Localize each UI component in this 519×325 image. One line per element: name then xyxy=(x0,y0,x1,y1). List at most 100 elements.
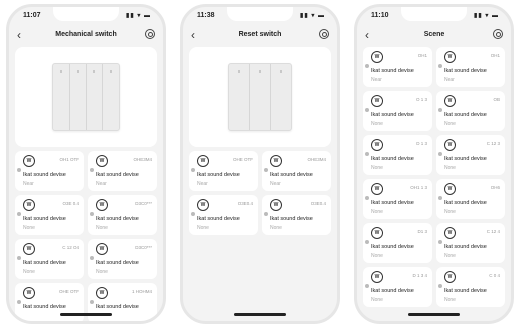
device-code: O3E0.4 xyxy=(237,201,253,206)
device-card[interactable]: W O3E0.4 Ikat sound devise None xyxy=(189,195,258,235)
device-name: Ikat sound devise xyxy=(23,172,66,178)
device-name: Ikat sound devise xyxy=(371,244,414,250)
device-code: C 12 O4 xyxy=(62,245,79,250)
device-card[interactable]: W 1 HOHM4 Ikat sound devise xyxy=(88,283,157,321)
device-status: None xyxy=(371,121,383,127)
status-bar: 11:10 ▮▮ ▾ ▬ xyxy=(371,12,499,22)
device-card[interactable]: W C 12 O4 Ikat sound devise None xyxy=(15,239,84,279)
page-title: Scene xyxy=(423,31,445,38)
nav-bar: ‹ Mechanical switch xyxy=(17,29,155,43)
device-card[interactable]: W D 1 3 4 Ikat sound devise None xyxy=(363,267,432,307)
switch-gang xyxy=(70,64,87,130)
device-card[interactable]: W OH1 1 3 Ikat sound devise None xyxy=(363,179,432,219)
device-status: Near xyxy=(444,77,455,83)
device-icon: W xyxy=(23,155,35,167)
home-indicator[interactable] xyxy=(408,313,460,316)
phone-scene: 11:10 ▮▮ ▾ ▬ ‹ Scene W OH1 Ikat sound devi… xyxy=(354,4,514,324)
device-card[interactable]: W D3C0*** Ikat sound devise None xyxy=(88,195,157,235)
device-code: OHE OTF xyxy=(233,157,253,162)
device-icon: W xyxy=(444,271,456,283)
status-dot xyxy=(191,168,195,172)
device-card[interactable]: W OH1 Ikat sound devise Near xyxy=(363,47,432,87)
gear-icon[interactable] xyxy=(319,29,329,39)
device-card[interactable]: W OH1 Ikat sound devise Near xyxy=(436,47,505,87)
status-dot xyxy=(438,196,442,200)
status-dot xyxy=(17,256,21,260)
device-card[interactable]: W O3E0.4 Ikat sound devise None xyxy=(262,195,331,235)
device-icon: W xyxy=(270,155,282,167)
home-indicator[interactable] xyxy=(60,313,112,316)
device-name: Ikat sound devise xyxy=(371,112,414,118)
phone-mechanical-switch: 11:07 ▮▮ ▾ ▬ ‹ Mechanical switch W OH1 OT… xyxy=(6,4,166,324)
switch-image xyxy=(228,63,292,131)
switch-gang xyxy=(229,64,250,130)
device-card[interactable]: W OH6 Ikat sound devise None xyxy=(436,179,505,219)
device-icon: W xyxy=(23,243,35,255)
status-dot xyxy=(90,212,94,216)
device-card[interactable]: W C 0 4 Ikat sound devise None xyxy=(436,267,505,307)
device-name: Ikat sound devise xyxy=(23,304,66,310)
device-code: D1 3 xyxy=(417,229,427,234)
device-grid: W OH1 OTF Ikat sound devise Near W OHE3M4 Ikat… xyxy=(15,151,157,321)
device-card[interactable]: W O3E 0.4 Ikat sound devise None xyxy=(15,195,84,235)
device-card[interactable]: W D1 3 Ikat sound devise None xyxy=(363,223,432,263)
device-card[interactable]: W OHE3M4 Ikat sound devise Near xyxy=(88,151,157,191)
device-icon: W xyxy=(96,155,108,167)
device-icon: W xyxy=(96,287,108,299)
device-icon: W xyxy=(197,155,209,167)
switch-gang xyxy=(103,64,119,130)
device-name: Ikat sound devise xyxy=(371,288,414,294)
device-status: None xyxy=(270,225,282,231)
nav-bar: ‹ Scene xyxy=(365,29,503,43)
gear-icon[interactable] xyxy=(145,29,155,39)
device-code: OH1 xyxy=(417,53,427,58)
device-card[interactable]: W OHE OTF Ikat sound devise Near xyxy=(189,151,258,191)
device-icon: W xyxy=(371,271,383,283)
device-code: OH6 xyxy=(490,185,500,190)
device-icon: W xyxy=(96,199,108,211)
page-title: Reset switch xyxy=(238,31,282,38)
device-card[interactable]: W OHE OTF Ikat sound devise xyxy=(15,283,84,321)
device-status: None xyxy=(444,253,456,259)
device-name: Ikat sound devise xyxy=(371,200,414,206)
home-indicator[interactable] xyxy=(234,313,286,316)
device-card[interactable]: W OB Ikat sound devise None xyxy=(436,91,505,131)
device-grid: W OH1 Ikat sound devise Near W OH1 Ikat sound … xyxy=(363,47,505,307)
device-card[interactable]: W C 12 3 Ikat sound devise None xyxy=(436,135,505,175)
status-dot xyxy=(365,152,369,156)
device-card[interactable]: W C 12 4 Ikat sound devise None xyxy=(436,223,505,263)
status-dot xyxy=(17,168,21,172)
device-icon: W xyxy=(371,51,383,63)
device-name: Ikat sound devise xyxy=(96,216,139,222)
phone-reset-switch: 11:38 ▮▮ ▾ ▬ ‹ Reset switch W OHE OTF Ikat… xyxy=(180,4,340,324)
device-name: Ikat sound devise xyxy=(444,156,487,162)
device-status: None xyxy=(444,121,456,127)
status-time: 11:07 xyxy=(23,12,41,19)
status-dot xyxy=(365,240,369,244)
status-dot xyxy=(17,212,21,216)
device-icon: W xyxy=(371,139,383,151)
status-dot xyxy=(438,284,442,288)
device-status: Near xyxy=(96,181,107,187)
status-dot xyxy=(438,108,442,112)
device-card[interactable]: W OHE3M4 Ikat sound devise Near xyxy=(262,151,331,191)
device-card[interactable]: W OH1 OTF Ikat sound devise Near xyxy=(15,151,84,191)
device-code: OHE3M4 xyxy=(307,157,326,162)
status-dot xyxy=(191,212,195,216)
device-card[interactable]: W D3C0*** Ikat sound devise None xyxy=(88,239,157,279)
device-card[interactable]: W D 1 3 Ikat sound devise None xyxy=(363,135,432,175)
gear-icon[interactable] xyxy=(493,29,503,39)
device-status: None xyxy=(371,209,383,215)
device-code: C 12 4 xyxy=(486,229,500,234)
device-code: OH1 xyxy=(490,53,500,58)
status-icons: ▮▮ ▾ ▬ xyxy=(300,13,325,19)
status-dot xyxy=(365,196,369,200)
device-name: Ikat sound devise xyxy=(444,288,487,294)
device-icon: W xyxy=(270,199,282,211)
device-code: OH1 OTF xyxy=(59,157,79,162)
device-name: Ikat sound devise xyxy=(23,260,66,266)
device-hero xyxy=(189,47,331,147)
device-name: Ikat sound devise xyxy=(444,68,487,74)
device-card[interactable]: W O 1 3 Ikat sound devise None xyxy=(363,91,432,131)
device-status: None xyxy=(371,165,383,171)
